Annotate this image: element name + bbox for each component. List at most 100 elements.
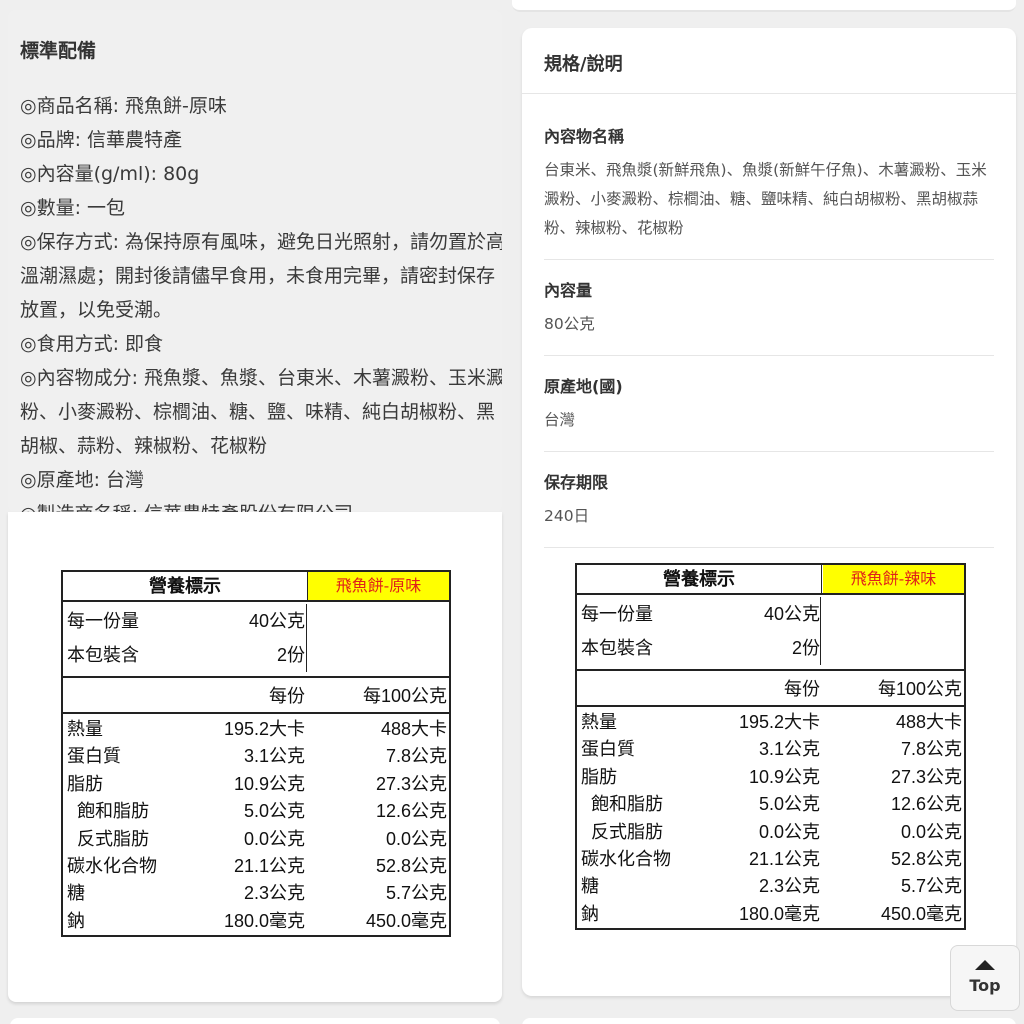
nutrient-name: 飽和脂肪 [77,801,149,822]
nutrient-per-100g: 5.7公克 [385,883,447,904]
nutrient-per-serving: 3.1公克 [758,739,820,760]
detail-shelf-life: 保存期限 240日 [544,452,994,548]
nutrient-name: 蛋白質 [581,739,635,760]
nutrition-title: 營養標示 [577,565,822,593]
spec-storage: ◎保存方式: 為保持原有風味，避免日光照射，請勿置於高溫潮濕處；開封後請儘早食用… [20,231,502,321]
serving-size-row: 每一份量 40公克 [577,597,964,631]
nutrient-name: 熱量 [581,712,617,732]
nutrient-per-100g: 0.0公克 [385,828,447,849]
detail-label: 原產地(國) [544,377,623,396]
nutrient-per-serving: 10.9公克 [233,773,305,794]
nutrient-name: 碳水化合物 [581,848,671,869]
spec-usage: ◎食用方式: 即食 [20,333,164,355]
spec-origin: ◎原產地: 台灣 [20,469,145,491]
serving-label: 每一份量 [581,604,653,624]
nutrient-name: 鈉 [67,910,85,931]
nutrient-per-100g: 12.6公克 [375,801,447,822]
nutrient-rows: 熱量 195.2大卡 488大卡 蛋白質 3.1公克 7.8公克 脂肪 10.9公克 27.… [577,707,964,928]
top-label: Top [969,976,1001,995]
nutrition-label-original: 營養標示 飛魚餅-原味 每一份量 40公克 本包裝含 2份 每份 每100公克 … [61,570,451,938]
spec-product-name: ◎商品名稱: 飛魚餅-原味 [20,95,227,117]
nutrient-name: 糖 [67,883,85,904]
flavor-tag: 飛魚餅-辣味 [823,565,964,593]
table-row: 脂肪 10.9公克 27.3公克 [63,771,449,798]
serving-value: 40公克 [248,611,305,631]
pack-value: 2份 [791,638,820,658]
table-row: 碳水化合物 21.1公克 52.8公克 [577,846,964,873]
spec-title: 標準配備 [20,40,97,62]
detail-ingredients: 內容物名稱 台東米、飛魚漿(新鮮飛魚)、魚漿(新鮮午仔魚)、木薯澱粉、玉米澱粉、… [544,94,994,260]
nutrient-per-100g: 5.7公克 [900,876,962,897]
pack-label: 本包裝含 [67,645,139,665]
nutrient-per-serving: 5.0公克 [758,794,820,815]
nutrient-per-100g: 7.8公克 [385,746,447,767]
back-to-top-button[interactable]: Top [950,945,1020,1011]
nutrient-per-100g: 7.8公克 [900,739,962,760]
table-row: 脂肪 10.9公克 27.3公克 [577,764,964,791]
servings-per-pack-row: 本包裝含 2份 [577,631,964,665]
pack-label: 本包裝含 [581,638,653,658]
serving-value: 40公克 [763,604,820,624]
table-row: 蛋白質 3.1公克 7.8公克 [63,743,449,770]
spec-quantity: ◎數量: 一包 [20,197,126,219]
nutrient-per-100g: 488大卡 [380,719,447,739]
nutrition-label-spicy: 營養標示 飛魚餅-辣味 每一份量 40公克 本包裝含 2份 每份 每100公克 … [575,563,966,931]
nutrient-per-serving: 195.2大卡 [738,712,820,732]
nutrient-per-serving: 5.0公克 [243,801,305,822]
nutrient-per-serving: 0.0公克 [243,828,305,849]
flavor-tag: 飛魚餅-原味 [308,572,449,600]
next-card-edge [10,1018,500,1024]
detail-card-title: 規格/說明 [522,28,1016,94]
spec-content-amount: ◎內容量(g/ml): 80g [20,163,200,185]
nutrient-per-100g: 450.0毫克 [880,903,962,924]
nutrient-per-serving: 180.0毫克 [738,903,820,924]
nutrient-per-100g: 52.8公克 [890,848,962,869]
spec-brand: ◎品牌: 信華農特產 [20,129,183,151]
detail-origin: 原產地(國) 台灣 [544,356,994,452]
nutrient-per-100g: 12.6公克 [890,794,962,815]
pack-value: 2份 [276,645,305,665]
detail-content-amount: 內容量 80公克 [544,260,994,356]
nutrient-per-serving: 3.1公克 [243,746,305,767]
nutrient-name: 反式脂肪 [77,828,149,849]
table-row: 熱量 195.2大卡 488大卡 [63,716,449,743]
serving-size-row: 每一份量 40公克 [63,604,449,638]
nutrition-header: 營養標示 飛魚餅-辣味 [577,565,964,595]
table-row: 飽和脂肪 5.0公克 12.6公克 [63,798,449,825]
nutrient-name: 熱量 [67,719,103,739]
spec-ingredients: ◎內容物成分: 飛魚漿、魚漿、台東米、木薯澱粉、玉米澱粉、小麥澱粉、棕櫚油、糖、… [20,367,502,457]
nutrient-per-serving: 195.2大卡 [223,719,305,739]
nutrient-name: 糖 [581,876,599,897]
nutrient-per-100g: 450.0毫克 [365,910,447,931]
col-per-serving: 每份 [269,686,305,706]
nutrient-name: 脂肪 [581,766,617,787]
detail-value: 台灣 [544,411,576,429]
nutrient-per-serving: 2.3公克 [243,883,305,904]
serving-info: 每一份量 40公克 本包裝含 2份 [577,595,964,671]
detail-label: 保存期限 [544,473,609,492]
detail-value: 台東米、飛魚漿(新鮮飛魚)、魚漿(新鮮午仔魚)、木薯澱粉、玉米澱粉、小麥澱粉、棕… [544,161,987,237]
nutrient-per-serving: 21.1公克 [233,855,305,876]
detail-label: 內容量 [544,281,593,300]
previous-card-edge [512,0,1016,12]
detail-value: 80公克 [544,315,595,333]
table-row: 糖 2.3公克 5.7公克 [577,873,964,900]
nutrient-per-serving: 0.0公克 [758,821,820,842]
nutrient-per-100g: 27.3公克 [375,773,447,794]
nutrient-name: 鈉 [581,903,599,924]
nutrient-per-serving: 21.1公克 [748,848,820,869]
detail-value: 240日 [544,507,590,525]
standard-spec-panel: 標準配備 ◎商品名稱: 飛魚餅-原味 ◎品牌: 信華農特產 ◎內容量(g/ml)… [8,10,502,512]
servings-per-pack-row: 本包裝含 2份 [63,638,449,672]
next-card-edge [522,1018,1016,1024]
nutrient-per-100g: 0.0公克 [900,821,962,842]
col-per-100g: 每100公克 [362,686,447,706]
table-row: 反式脂肪 0.0公克 0.0公克 [63,826,449,853]
nutrient-per-100g: 52.8公克 [375,855,447,876]
arrow-up-icon [975,960,995,970]
serving-info: 每一份量 40公克 本包裝含 2份 [63,602,449,678]
nutrient-name: 反式脂肪 [591,821,663,842]
detail-label: 內容物名稱 [544,127,625,146]
nutrient-per-serving: 2.3公克 [758,876,820,897]
nutrient-per-serving: 180.0毫克 [223,910,305,931]
